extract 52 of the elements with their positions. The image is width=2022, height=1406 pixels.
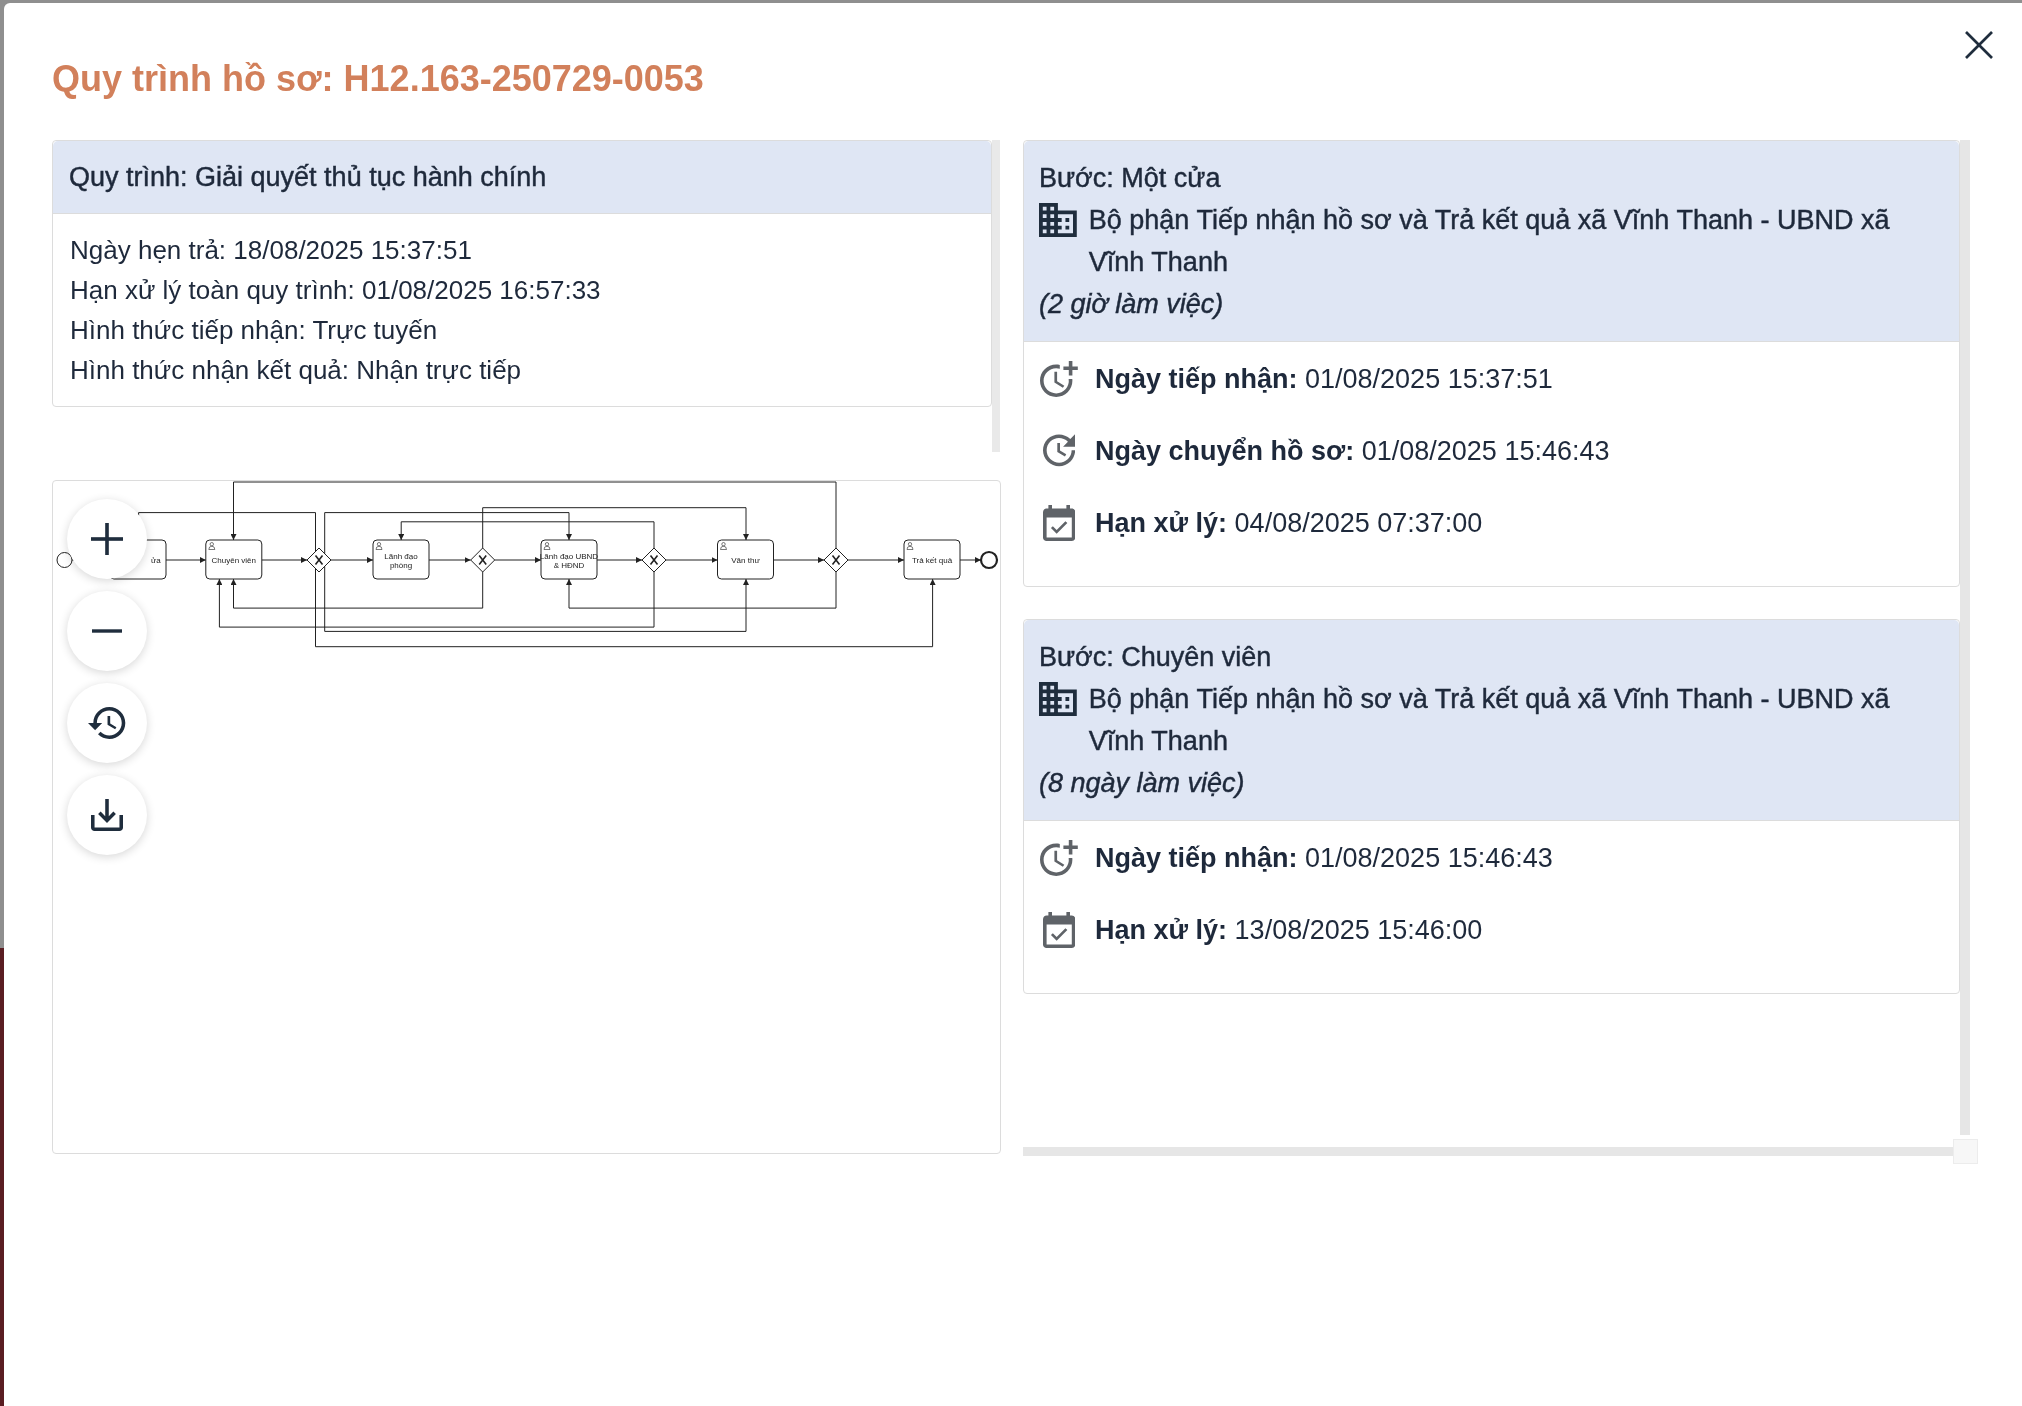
task-node: Lãnh đạo UBND & HĐND — [539, 539, 599, 580]
reset-view-button[interactable] — [67, 683, 147, 763]
close-icon — [1965, 31, 1993, 59]
calendar-check-icon — [1042, 912, 1076, 948]
dialog-title: Quy trình hồ sơ: H12.163-250729-0053 — [52, 57, 704, 100]
person-icon — [543, 542, 551, 550]
duration-text: (8 ngày làm việc) — [1039, 767, 1246, 800]
detail-text: Hạn xử lý toàn quy trình: 01/08/2025 16:57:33 — [70, 274, 602, 307]
building-icon — [1039, 682, 1077, 716]
clock-plus-icon — [1040, 361, 1078, 397]
scrollbar[interactable] — [992, 140, 1000, 452]
duration-text: (2 giờ làm việc) — [1039, 288, 1225, 321]
event-text: Hạn xử lý: 13/08/2025 15:46:00 — [1095, 913, 1483, 947]
building-icon — [1039, 203, 1077, 237]
scrollbar-corner — [1953, 1139, 1978, 1164]
task-node: Lãnh đạo phòng — [372, 539, 430, 580]
event-text: Hạn xử lý: 04/08/2025 07:37:00 — [1095, 506, 1483, 540]
scrollbar[interactable] — [1023, 1147, 1953, 1156]
start-event — [56, 552, 73, 568]
gateway-node — [306, 547, 332, 573]
detail-text: Hình thức nhận kết quả: Nhận trực tiếp — [70, 354, 523, 387]
history-icon — [88, 707, 126, 739]
gateway-node — [823, 547, 849, 573]
process-title: Quy trình: Giải quyết thủ tục hành chính — [53, 141, 991, 214]
download-icon — [91, 799, 123, 831]
flow-arrow — [959, 557, 982, 563]
step-title: Bước: Chuyên viên — [1039, 641, 1273, 674]
clock-plus-icon — [1040, 840, 1078, 876]
task-node: Văn thư — [717, 539, 774, 580]
scrollbar[interactable] — [1960, 140, 1970, 1135]
detail-text: Hình thức tiếp nhận: Trực tuyến — [70, 314, 439, 347]
person-icon — [720, 542, 727, 550]
department-name: Bộ phận Tiếp nhận hồ sơ và Trả kết quả xã Vĩnh Thanh - UBND xã Vĩnh Thanh — [1088, 204, 1891, 279]
download-button[interactable] — [67, 775, 147, 855]
detail-text: Ngày hẹn trả: 18/08/2025 15:37:51 — [70, 234, 473, 267]
event-text: Ngày tiếp nhận: 01/08/2025 15:37:51 — [1095, 362, 1553, 396]
task-node: Chuyên viên — [205, 539, 263, 580]
gateway-node — [470, 547, 496, 573]
person-icon — [906, 542, 914, 550]
event-text: Ngày tiếp nhận: 01/08/2025 15:46:43 — [1095, 841, 1553, 875]
person-icon — [208, 542, 216, 550]
person-icon — [375, 542, 383, 550]
zoom-in-button[interactable] — [67, 499, 147, 579]
minus-icon — [91, 629, 123, 633]
department-name: Bộ phận Tiếp nhận hồ sơ và Trả kết quả xã Vĩnh Thanh - UBND xã Vĩnh Thanh — [1088, 683, 1891, 758]
task-node: Trả kết quả — [903, 539, 961, 580]
step-title: Bước: Một cửa — [1039, 162, 1222, 195]
calendar-check-icon — [1042, 505, 1076, 541]
plus-icon — [91, 523, 123, 555]
gateway-node — [641, 547, 667, 573]
event-text: Ngày chuyển hồ sơ: 01/08/2025 15:46:43 — [1095, 434, 1610, 468]
clock-arrow-icon — [1042, 434, 1076, 468]
